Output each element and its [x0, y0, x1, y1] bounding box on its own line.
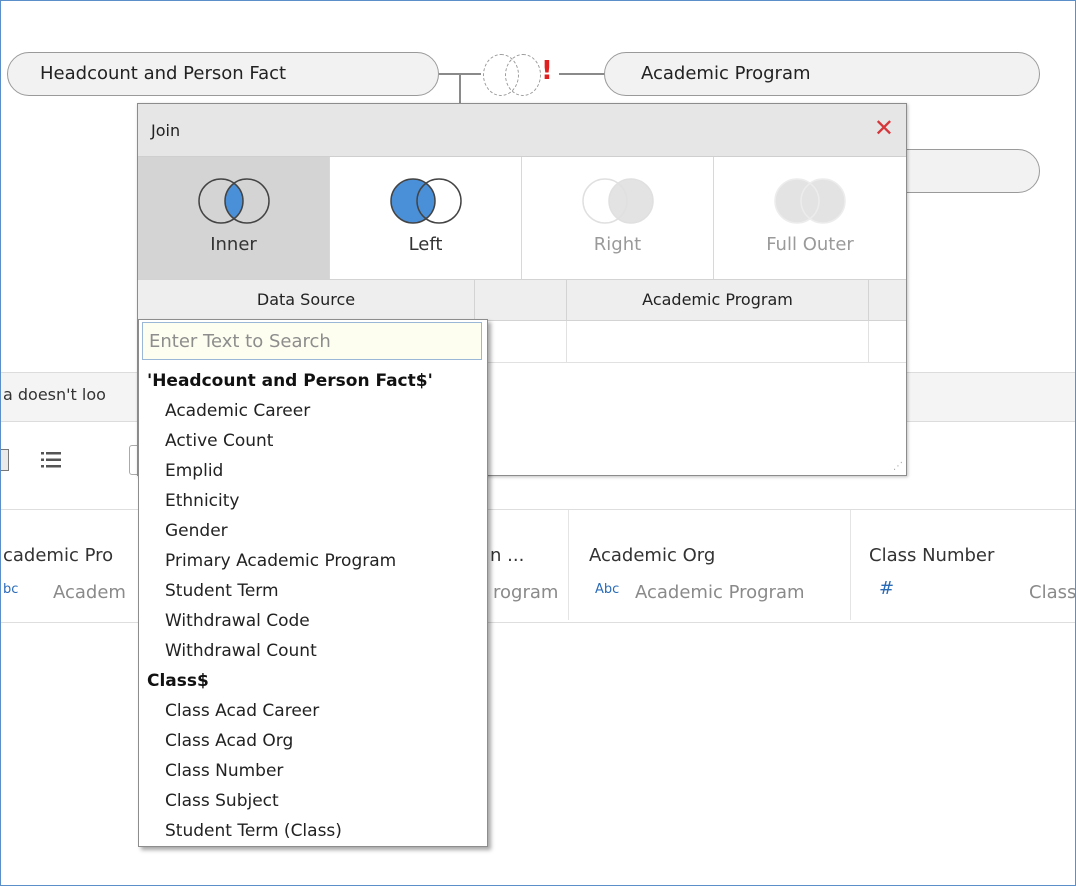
left-table-pill[interactable]: Headcount and Person Fact [7, 52, 439, 96]
join-connector-drop [459, 73, 461, 105]
resize-grip-icon[interactable]: ⋰ [893, 461, 903, 472]
string-type-icon[interactable]: bc [3, 582, 18, 597]
field-list-item[interactable]: Class Acad Org [139, 726, 487, 756]
field-list-item[interactable]: Withdrawal Count [139, 636, 487, 666]
column-name: Academic Org [589, 545, 716, 566]
field-list-item[interactable]: Academic Career [139, 396, 487, 426]
column-source: Academ [53, 582, 126, 603]
join-type-label: Inner [210, 234, 257, 255]
data-source-window: Headcount and Person Fact ! Academic Pro… [0, 0, 1076, 886]
field-list-item[interactable]: Class Acad Career [139, 696, 487, 726]
field-list-item[interactable]: Withdrawal Code [139, 606, 487, 636]
field-search-input[interactable] [142, 322, 482, 360]
field-list-item[interactable]: Student Term (Class) [139, 816, 487, 846]
field-list-item[interactable]: Active Count [139, 426, 487, 456]
join-type-label: Full Outer [766, 234, 854, 255]
full-outer-join-icon [774, 178, 846, 224]
join-clause-right-field[interactable] [567, 321, 869, 362]
join-type-right[interactable]: Right [522, 157, 714, 279]
join-venn-icon[interactable]: ! [481, 52, 561, 98]
column-academic-org[interactable]: Academic Org Abc Academic Program [569, 510, 851, 620]
field-group-header: 'Headcount and Person Fact$' [147, 371, 433, 391]
field-list-item[interactable]: Primary Academic Program [139, 546, 487, 576]
field-list-item[interactable]: Gender [139, 516, 487, 546]
column-name: cademic Pro [3, 545, 114, 566]
field-picker-dropdown: 'Headcount and Person Fact$' Academic Car… [138, 319, 488, 847]
right-table-label: Academic Program [641, 63, 811, 84]
field-list-item[interactable]: Student Term [139, 576, 487, 606]
join-clause-header: Data Source Academic Program [138, 279, 906, 321]
column-source: rogram [493, 582, 559, 603]
join-type-inner[interactable]: Inner [138, 157, 330, 279]
field-list-item[interactable]: Class Subject [139, 786, 487, 816]
right-join-icon [582, 178, 654, 224]
field-list: 'Headcount and Person Fact$' Academic Car… [139, 366, 487, 846]
column-name: Class Number [869, 545, 995, 566]
close-icon[interactable]: ✕ [874, 114, 894, 142]
list-view-icon[interactable] [41, 451, 61, 469]
join-type-label: Left [408, 234, 443, 255]
join-header-spacer [869, 280, 906, 320]
field-list-item[interactable]: Class Number [139, 756, 487, 786]
join-dialog-header: Join ✕ [138, 104, 906, 157]
column-class-number[interactable]: Class Number # Class [851, 510, 1075, 620]
right-table-pill[interactable]: Academic Program [604, 52, 1040, 96]
join-column-header-right: Academic Program [567, 280, 869, 320]
column-source: Class [1029, 582, 1076, 603]
field-group-header: Class$ [147, 671, 209, 691]
inner-join-icon [198, 178, 270, 224]
left-table-label: Headcount and Person Fact [40, 63, 287, 84]
field-list-item[interactable]: Emplid [139, 456, 487, 486]
join-type-full-outer[interactable]: Full Outer [714, 157, 906, 279]
join-dialog-title: Join [151, 121, 181, 140]
venn-right-circle [505, 54, 541, 96]
grid-view-icon[interactable] [1, 449, 9, 471]
join-column-header-left: Data Source [138, 280, 475, 320]
join-type-label: Right [593, 234, 642, 255]
warning-text: a doesn't loo [3, 385, 106, 404]
join-connector-right [559, 73, 605, 75]
join-clause-spacer [869, 321, 906, 362]
join-error-icon: ! [541, 56, 553, 86]
column-name: n ... [490, 545, 525, 566]
left-join-icon [390, 178, 462, 224]
join-clause-operator[interactable] [475, 321, 567, 362]
join-operator-header [475, 280, 567, 320]
string-type-icon[interactable]: Abc [595, 582, 619, 597]
field-list-item[interactable]: Ethnicity [139, 486, 487, 516]
number-type-icon[interactable]: # [879, 578, 894, 599]
join-type-left[interactable]: Left [330, 157, 522, 279]
column-source: Academic Program [635, 582, 805, 603]
